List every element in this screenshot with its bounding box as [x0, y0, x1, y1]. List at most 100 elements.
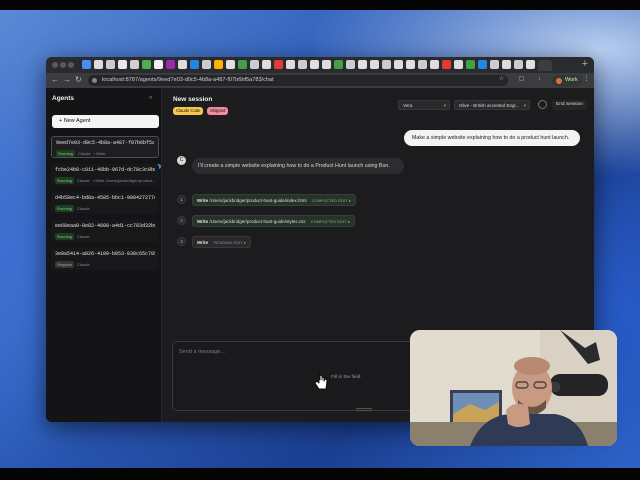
tab-favicon[interactable]	[82, 60, 91, 69]
tab-favicon[interactable]	[202, 60, 211, 69]
agent-meta: Stopped Claude	[55, 261, 155, 268]
tool-status: COMPLETED EDIT ▸	[311, 199, 352, 203]
tab-favicon[interactable]	[130, 60, 139, 69]
tab-favicon[interactable]	[418, 60, 427, 69]
agent-meta: Running Claude	[55, 233, 155, 240]
message-input[interactable]	[179, 347, 419, 357]
tab-favicon[interactable]	[262, 60, 271, 69]
tool-name: Write	[197, 219, 209, 224]
tab-favicon[interactable]	[286, 60, 295, 69]
tab-favicon[interactable]	[406, 60, 415, 69]
tab-favicon[interactable]	[190, 60, 199, 69]
tab-list	[82, 60, 552, 71]
agent-type: Claude	[76, 206, 90, 211]
tab-favicon[interactable]	[250, 60, 259, 69]
agent-card[interactable]: 3e0a5414-a826-4109-b053-838c65c78555 Sto…	[51, 248, 159, 270]
agent-card[interactable]: 9eed7e03-d0c5-4b8a-a487-f07b6bf5a783 Run…	[51, 136, 159, 158]
tab-favicon[interactable]	[490, 60, 499, 69]
profile-avatar-icon	[556, 77, 562, 84]
agent-type: Claude	[76, 262, 90, 267]
close-window-button[interactable]	[52, 62, 58, 68]
sidebar-title: Agents	[52, 95, 75, 102]
bookmark-star-icon[interactable]: ☆	[498, 76, 505, 83]
tab-favicon[interactable]	[430, 60, 439, 69]
new-agent-button[interactable]: + New Agent	[52, 115, 159, 128]
end-session-button[interactable]: End Session	[552, 100, 587, 110]
tab-favicon[interactable]	[298, 60, 307, 69]
tool-path: /Users/jackbridger/product-hunt-guide/st…	[209, 219, 306, 224]
tool-call-chip[interactable]: Write /Users/jackbridger/product-hunt-gu…	[192, 194, 357, 206]
tab-favicon[interactable]	[514, 60, 523, 69]
tab-favicon[interactable]	[334, 60, 343, 69]
tab-favicon[interactable]	[322, 60, 331, 69]
tab-favicon[interactable]	[502, 60, 511, 69]
profile-chip[interactable]: Work	[552, 75, 582, 86]
status-circle-button[interactable]	[538, 100, 547, 109]
model-select[interactable]: Olive - British accented Engl... ▾	[454, 100, 530, 110]
status-badge: Running	[55, 205, 74, 212]
collapse-sidebar-icon[interactable]: «	[149, 95, 152, 101]
tab-favicon[interactable]	[274, 60, 283, 69]
reload-icon[interactable]: ↻	[75, 75, 82, 84]
tool-call-chip[interactable]: Write /Users/jackbridger/product-hunt-gu…	[192, 215, 356, 227]
step-number: 2	[177, 216, 186, 225]
tab-favicon[interactable]	[94, 60, 103, 69]
tool-path: /Users/jackbridger/product-hunt-guide/in…	[209, 198, 307, 203]
resize-handle[interactable]	[356, 408, 372, 411]
status-badge: Running	[55, 177, 74, 184]
tab-favicon[interactable]	[382, 60, 391, 69]
assistant-avatar: C	[177, 156, 186, 165]
session-title: New session	[173, 96, 213, 103]
agent-card[interactable]: ee68eaa0-8e82-4608-a4d1-cc783d32b633 Run…	[51, 220, 159, 242]
tab-favicon[interactable]	[154, 60, 163, 69]
letterbox-bottom	[0, 468, 640, 480]
tab-favicon[interactable]	[166, 60, 175, 69]
site-info-icon[interactable]	[92, 78, 97, 83]
agent-id: 3e0a5414-a826-4109-b053-838c65c78555	[55, 251, 155, 257]
tab-favicon[interactable]	[526, 60, 535, 69]
tab-favicon[interactable]	[214, 60, 223, 69]
tab-favicon[interactable]	[178, 60, 187, 69]
agent-type: Claude	[76, 178, 90, 183]
new-tab-icon[interactable]: +	[582, 58, 588, 70]
tool-call-chip[interactable]: Write PENDING EDIT ▸	[192, 236, 252, 248]
tab-favicon[interactable]	[394, 60, 403, 69]
maximize-window-button[interactable]	[68, 62, 74, 68]
agent-card[interactable]: d4b58ec4-bd8a-4585-bbc1-900427277c177 Ru…	[51, 192, 159, 214]
status-badge: Running	[55, 233, 74, 240]
extensions-icon[interactable]: ▢	[518, 76, 525, 83]
tab-favicon[interactable]	[106, 60, 115, 69]
active-tab[interactable]	[538, 60, 552, 71]
agent-card[interactable]: fcbe24b8-c811-46bb-967d-dc78c3c0bd03 Run…	[51, 164, 159, 186]
forward-icon[interactable]: →	[63, 75, 71, 84]
tab-favicon[interactable]	[478, 60, 487, 69]
minimize-window-button[interactable]	[60, 62, 66, 68]
tab-favicon[interactable]	[346, 60, 355, 69]
tab-favicon[interactable]	[118, 60, 127, 69]
back-icon[interactable]: ←	[51, 75, 59, 84]
tab-favicon[interactable]	[238, 60, 247, 69]
agent-detail: • Write /Users/jackbridger/product...	[92, 178, 156, 183]
tool-name: Write	[197, 240, 209, 245]
url-field[interactable]: localhost:8787/agents/9eed7e03-d0c5-4b8a…	[88, 75, 508, 86]
tab-favicon[interactable]	[142, 60, 151, 69]
menu-kebab-icon[interactable]: ⋮	[583, 76, 590, 83]
status-badge: Running	[56, 150, 75, 157]
tab-strip: +	[46, 57, 594, 73]
tab-favicon[interactable]	[454, 60, 463, 69]
voice-select[interactable]: Vera ▾	[398, 100, 450, 110]
tag-claude-code: Claude Code	[173, 107, 204, 115]
download-icon[interactable]: ↓	[536, 76, 543, 83]
tab-favicon[interactable]	[358, 60, 367, 69]
agent-detail: • Write	[93, 151, 106, 156]
tab-favicon[interactable]	[226, 60, 235, 69]
tab-favicon[interactable]	[466, 60, 475, 69]
agent-id: ee68eaa0-8e82-4608-a4d1-cc783d32b633	[55, 223, 155, 229]
agent-id: 9eed7e03-d0c5-4b8a-a487-f07b6bf5a783	[56, 140, 154, 146]
tab-favicon[interactable]	[370, 60, 379, 69]
url-text[interactable]: localhost:8787/agents/9eed7e03-d0c5-4b8a…	[102, 77, 274, 83]
tab-favicon[interactable]	[442, 60, 451, 69]
tab-favicon[interactable]	[310, 60, 319, 69]
agent-meta: Running Claude • Write	[56, 150, 154, 157]
address-bar-row: ← → ↻ localhost:8787/agents/9eed7e03-d0c…	[46, 73, 594, 88]
